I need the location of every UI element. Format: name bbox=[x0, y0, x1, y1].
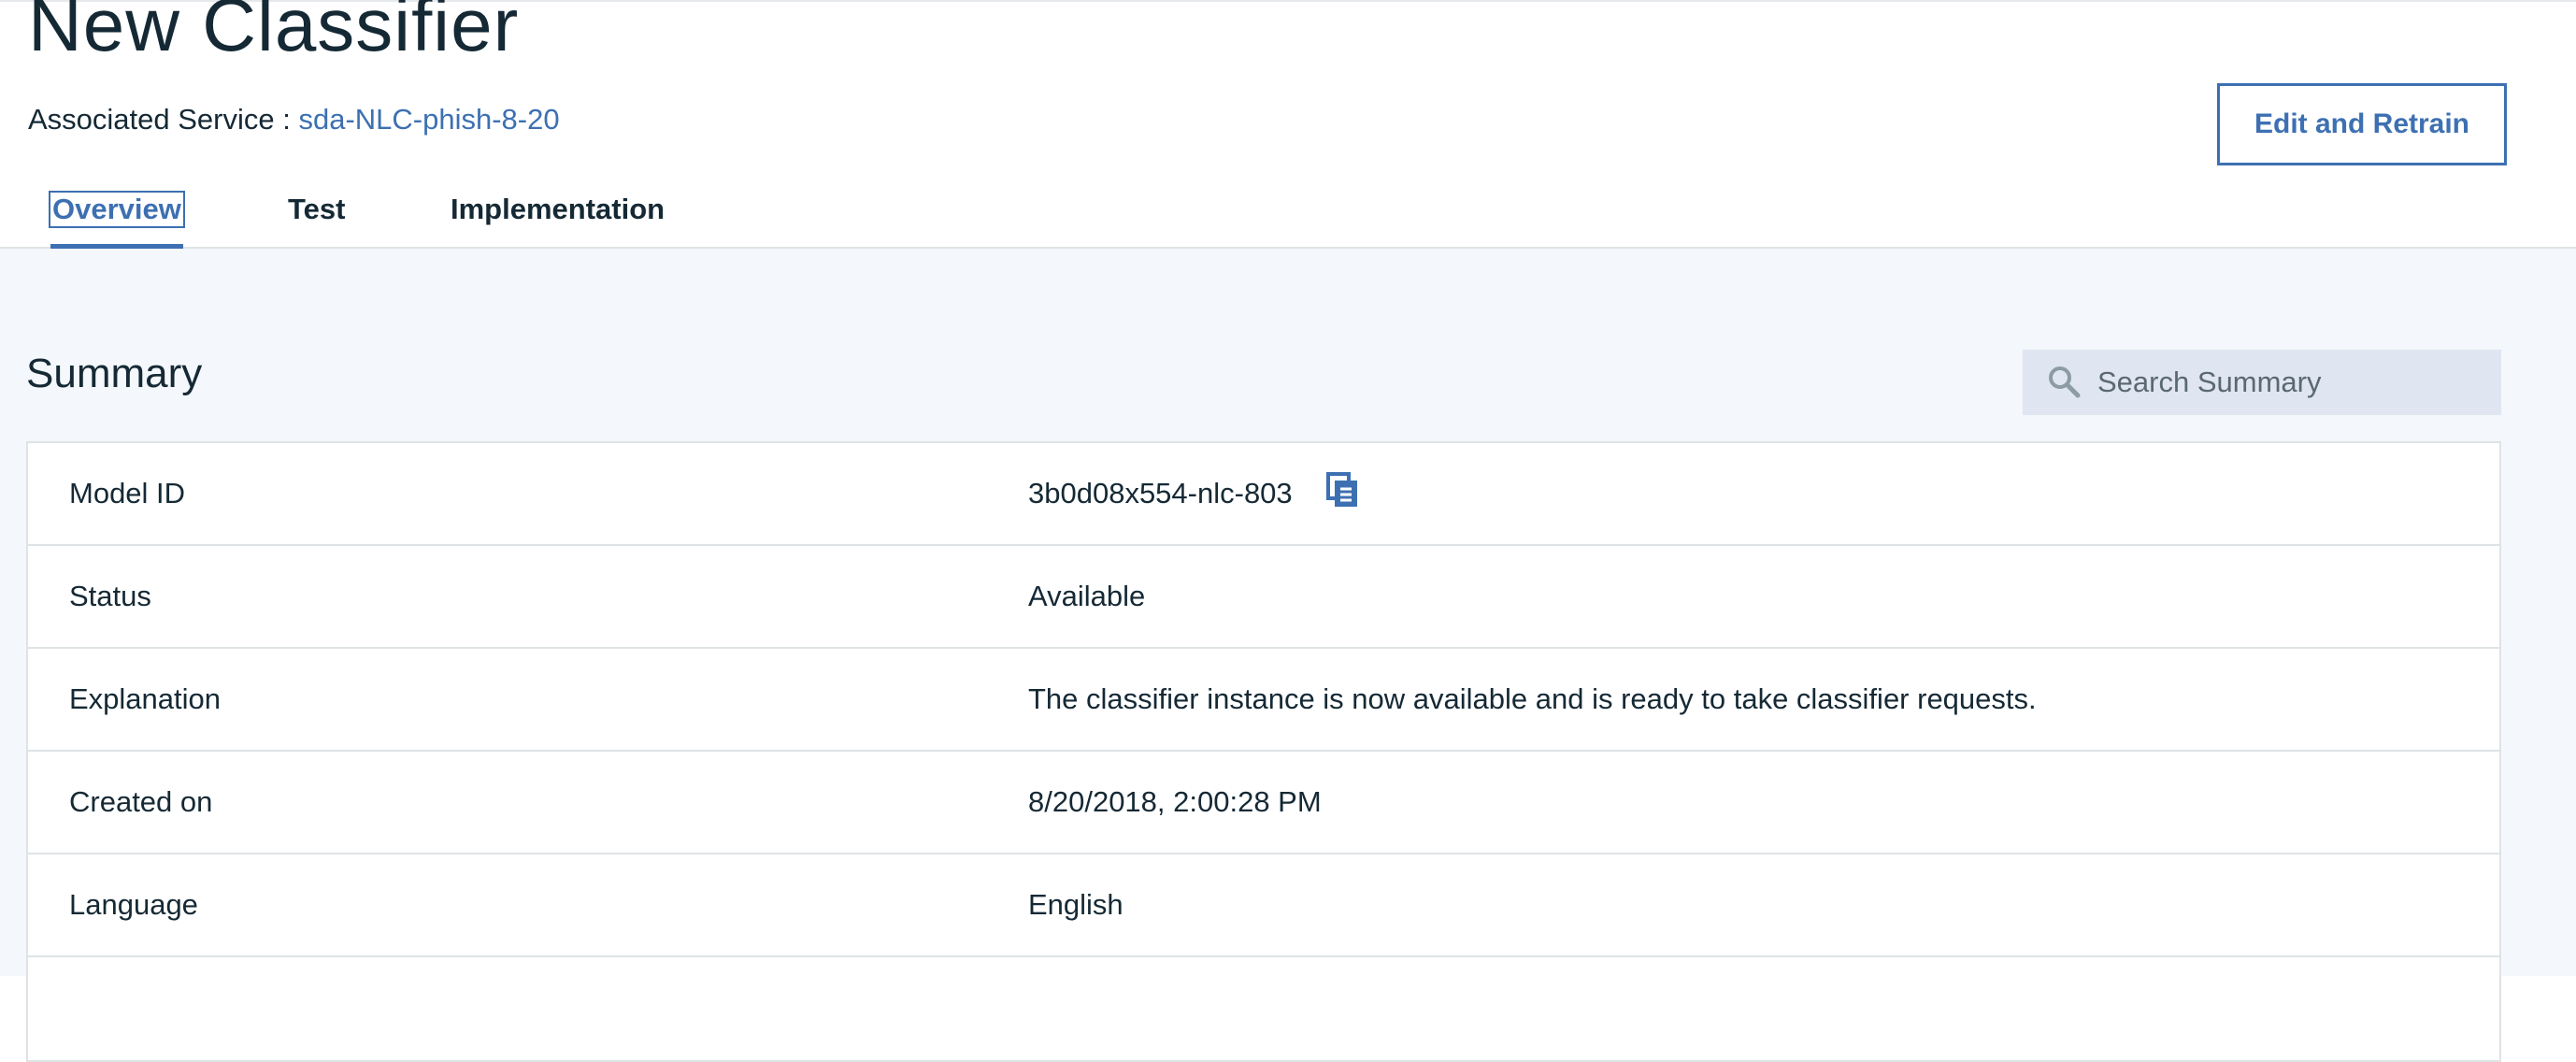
associated-service-link[interactable]: sda-NLC-phish-8-20 bbox=[298, 103, 559, 136]
row-label: Status bbox=[69, 580, 151, 612]
tab-implementation[interactable]: Implementation bbox=[449, 183, 666, 249]
search-summary-input[interactable] bbox=[2097, 366, 2471, 399]
table-row-status: Status Available bbox=[28, 546, 2499, 649]
page-header: New Classifier Associated Service : sda-… bbox=[0, 0, 2576, 249]
associated-service-label: Associated Service : bbox=[28, 103, 299, 136]
row-value: Available bbox=[1028, 580, 1146, 612]
edit-and-retrain-button[interactable]: Edit and Retrain bbox=[2217, 83, 2507, 165]
row-value: The classifier instance is now available… bbox=[1028, 682, 2037, 715]
summary-table: Model ID 3b0d08x554-nlc-803 Status Avail… bbox=[26, 441, 2501, 1062]
copy-icon[interactable] bbox=[1325, 472, 1358, 508]
search-icon bbox=[2049, 366, 2081, 398]
search-summary-box[interactable] bbox=[2023, 350, 2501, 415]
table-row-explanation: Explanation The classifier instance is n… bbox=[28, 649, 2499, 752]
row-value-model-id: 3b0d08x554-nlc-803 bbox=[1028, 443, 1358, 544]
table-row-created-on: Created on 8/20/2018, 2:00:28 PM bbox=[28, 752, 2499, 854]
content-area: Summary Model ID 3b0d08x554-nlc-803 St bbox=[0, 249, 2576, 1062]
associated-service: Associated Service : sda-NLC-phish-8-20 bbox=[28, 101, 560, 138]
model-id-value: 3b0d08x554-nlc-803 bbox=[1028, 477, 1293, 509]
tab-test-label: Test bbox=[288, 193, 346, 225]
table-row-model-id: Model ID 3b0d08x554-nlc-803 bbox=[28, 443, 2499, 546]
row-label: Language bbox=[69, 888, 198, 921]
page-title: New Classifier bbox=[28, 0, 520, 66]
table-row-language: Language English bbox=[28, 854, 2499, 957]
tab-implementation-label: Implementation bbox=[451, 193, 665, 225]
table-row bbox=[28, 957, 2499, 1060]
summary-title: Summary bbox=[26, 351, 203, 396]
tab-overview[interactable]: Overview bbox=[49, 183, 185, 249]
tab-overview-label: Overview bbox=[49, 191, 185, 228]
row-label: Model ID bbox=[69, 477, 186, 509]
tab-test[interactable]: Test bbox=[286, 183, 347, 249]
row-label: Explanation bbox=[69, 682, 222, 715]
row-label: Created on bbox=[69, 785, 213, 818]
row-value: 8/20/2018, 2:00:28 PM bbox=[1028, 785, 1322, 818]
row-value: English bbox=[1028, 888, 1123, 921]
